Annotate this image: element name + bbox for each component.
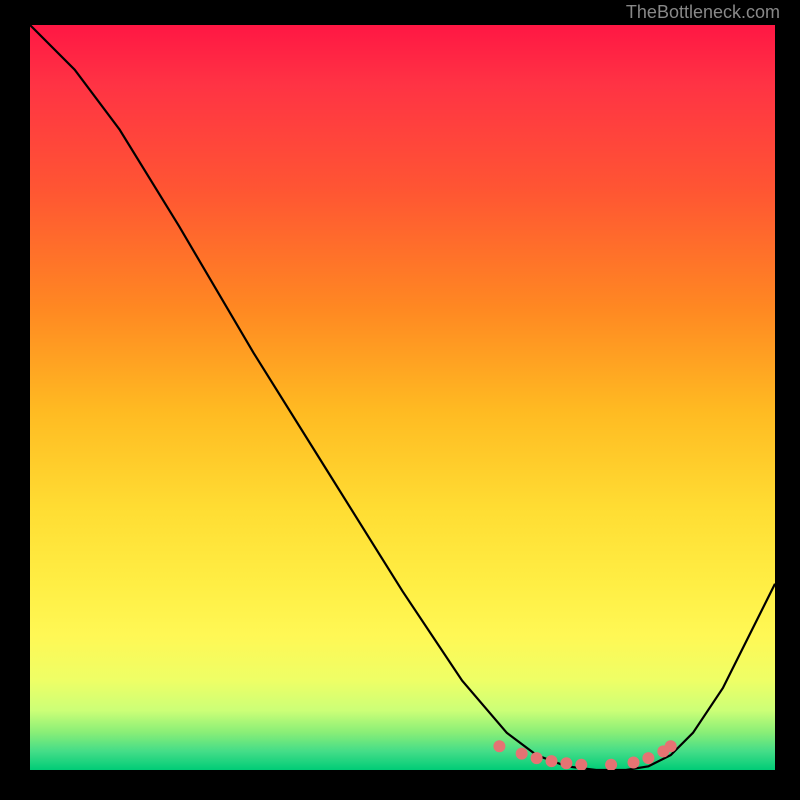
attribution-text: TheBottleneck.com	[626, 2, 780, 23]
chart-plot-area	[30, 25, 775, 770]
optimal-range-dots	[30, 25, 775, 770]
